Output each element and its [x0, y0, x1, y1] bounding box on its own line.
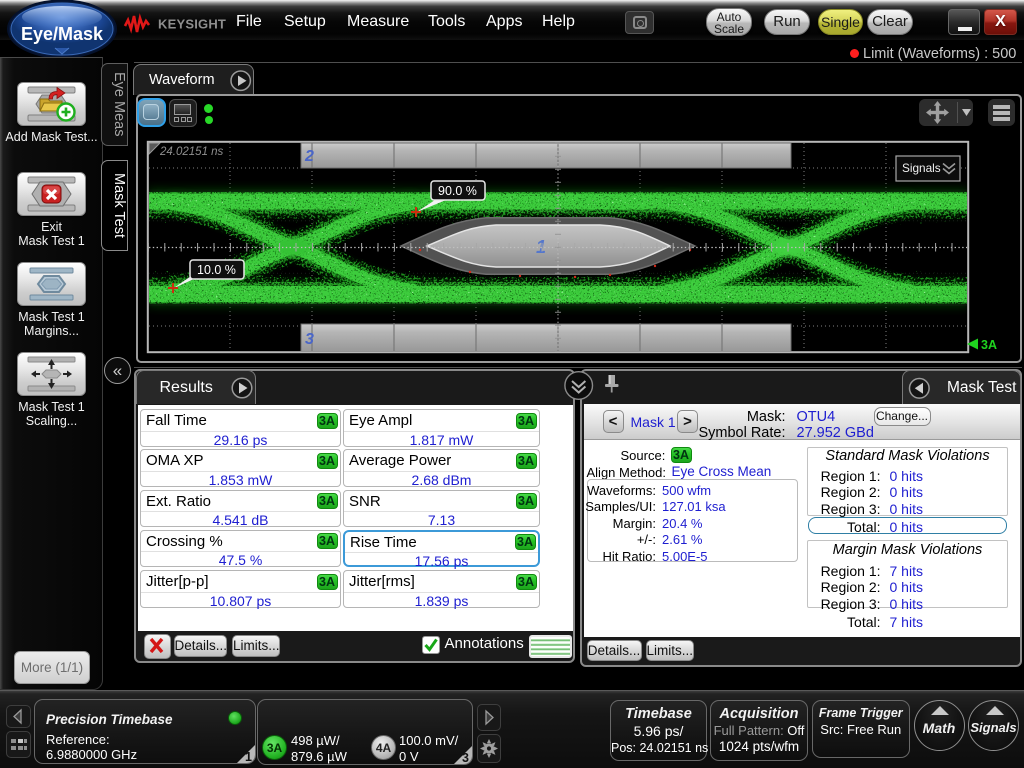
svg-text:3A: 3A	[981, 338, 997, 352]
svg-text:Eye/Mask: Eye/Mask	[21, 24, 104, 44]
svg-text:10.0 %: 10.0 %	[197, 263, 236, 277]
svg-text:90.0 %: 90.0 %	[438, 184, 477, 198]
svg-text:3: 3	[305, 331, 314, 348]
svg-text:Signals: Signals	[902, 161, 941, 175]
svg-text:2: 2	[304, 148, 314, 165]
svg-text:24.02151 ns: 24.02151 ns	[159, 146, 224, 158]
svg-text:KEYSIGHT: KEYSIGHT	[158, 17, 226, 32]
